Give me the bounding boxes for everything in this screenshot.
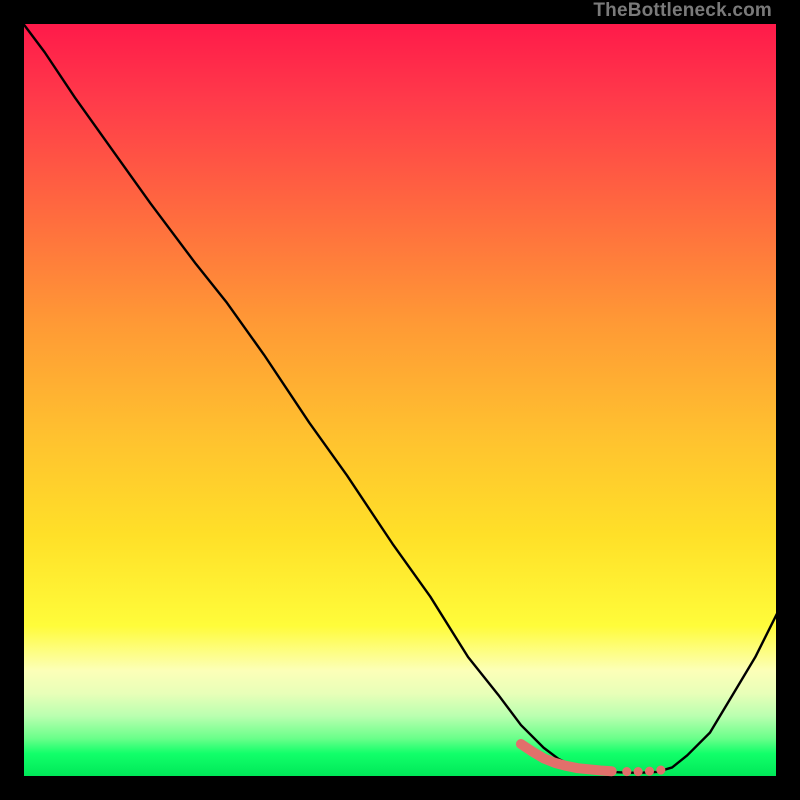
optimal-marker-dot bbox=[634, 767, 643, 776]
optimal-marker-group bbox=[521, 744, 665, 776]
optimal-marker-dot bbox=[656, 766, 665, 775]
watermark-text: TheBottleneck.com bbox=[593, 0, 772, 22]
optimal-marker-stroke bbox=[521, 744, 612, 771]
optimal-marker-dot bbox=[622, 767, 631, 776]
chart-svg-layer bbox=[22, 22, 778, 778]
bottleneck-curve-path bbox=[22, 22, 778, 773]
optimal-marker-dot bbox=[645, 767, 654, 776]
